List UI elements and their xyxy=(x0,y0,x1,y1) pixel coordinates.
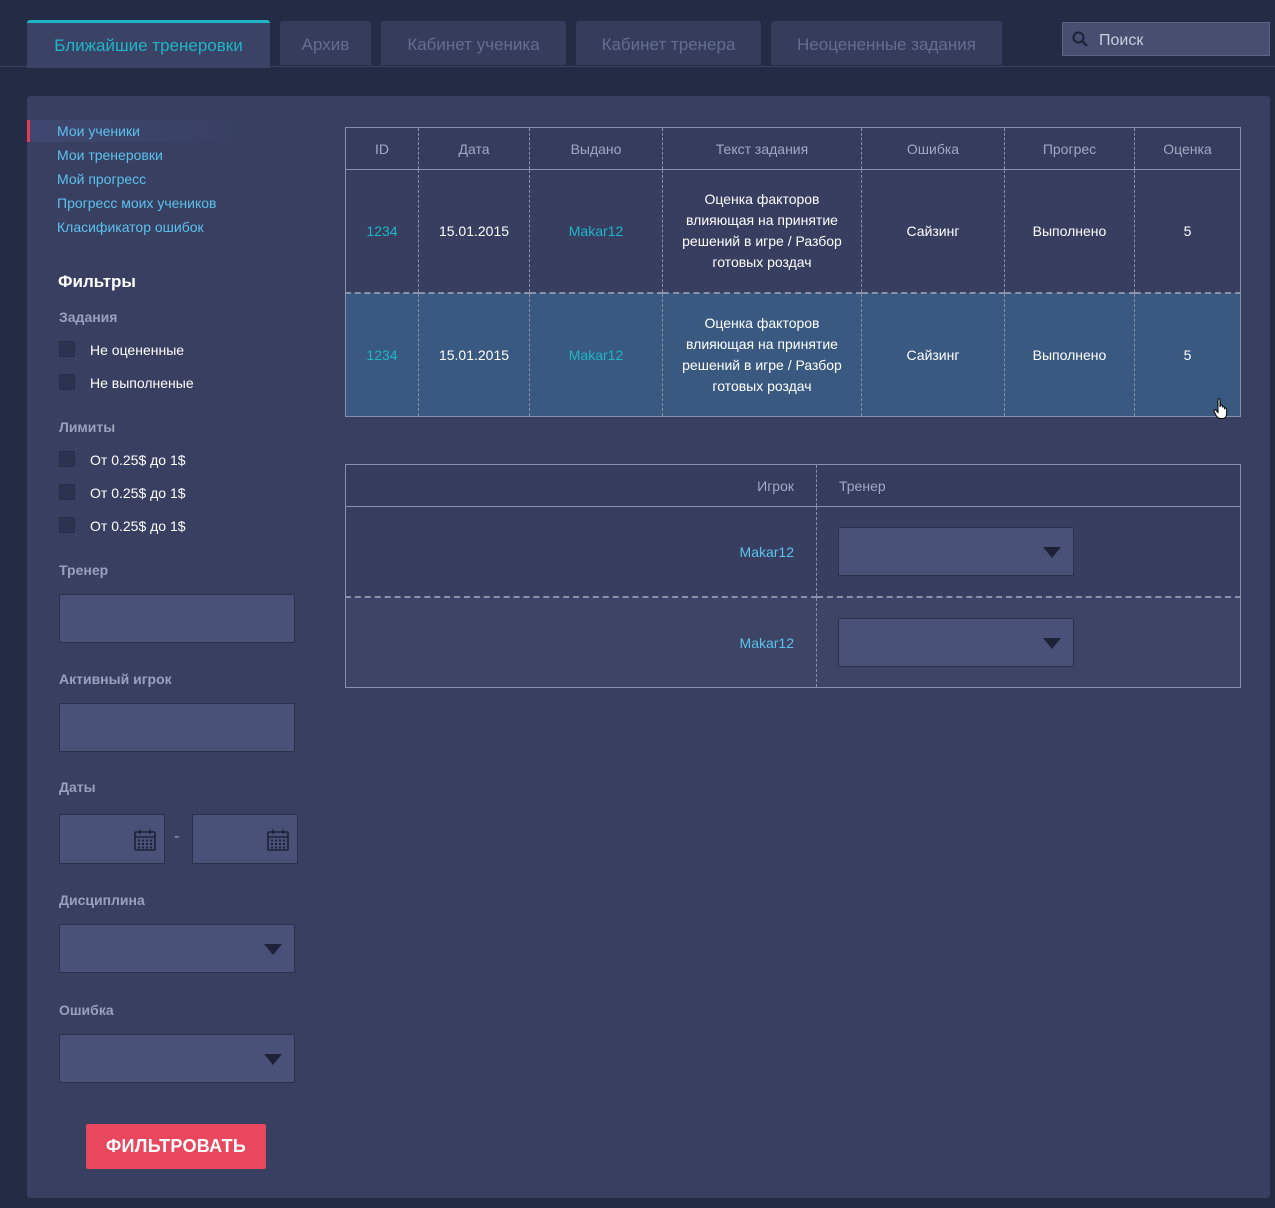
task-id-link[interactable]: 1234 xyxy=(345,169,419,294)
filter-button[interactable]: ФИЛЬТРОВАТЬ xyxy=(86,1124,266,1169)
checkbox-limit-1-label: От 0.25$ до 1$ xyxy=(90,452,186,468)
task-text: Оценка факторов влияющая на принятие реш… xyxy=(662,169,862,294)
calendar-icon[interactable] xyxy=(134,829,156,851)
coach-select[interactable] xyxy=(838,618,1074,667)
table-row: Makar12 xyxy=(345,506,1241,598)
dates-filter-label: Даты xyxy=(59,779,96,795)
checkbox-limit-3[interactable] xyxy=(59,517,75,533)
task-progress: Выполнено xyxy=(1004,169,1135,294)
date-from-input[interactable] xyxy=(59,814,165,864)
task-error: Сайзинг xyxy=(861,293,1005,417)
checkbox-not-completed-label: Не выполненые xyxy=(90,375,194,391)
task-error: Сайзинг xyxy=(861,169,1005,294)
column-header-coach[interactable]: Тренер xyxy=(816,464,1241,507)
task-issued-link[interactable]: Makar12 xyxy=(529,169,663,294)
dropdown-arrow-icon xyxy=(1043,547,1061,558)
checkbox-not-completed[interactable] xyxy=(59,374,75,390)
table-row: Makar12 xyxy=(345,597,1241,688)
search-icon xyxy=(1072,31,1088,47)
table-row[interactable]: 1234 15.01.2015 Makar12 Оценка факторов … xyxy=(345,293,1241,417)
tab-coach-cabinet[interactable]: Кабинет тренера xyxy=(576,21,761,65)
players-table: Игрок Тренер Makar12 Makar12 xyxy=(345,464,1241,688)
column-header-score[interactable]: Оценка xyxy=(1134,127,1241,170)
column-header-task-text[interactable]: Текст задания xyxy=(662,127,862,170)
table-header: ID Дата Выдано Текст задания Ошибка Прог… xyxy=(345,127,1241,170)
table-row[interactable]: 1234 15.01.2015 Makar12 Оценка факторов … xyxy=(345,169,1241,294)
task-progress: Выполнено xyxy=(1004,293,1135,417)
tab-unrated-tasks[interactable]: Неоцененные задания xyxy=(771,21,1002,65)
active-player-input[interactable] xyxy=(59,703,295,752)
sidebar-item-my-progress[interactable]: Мой прогресс xyxy=(57,171,146,187)
coach-filter-label: Тренер xyxy=(59,562,109,578)
player-link[interactable]: Makar12 xyxy=(345,597,817,688)
hand-cursor-icon xyxy=(1213,398,1228,419)
column-header-progress[interactable]: Прогрес xyxy=(1004,127,1135,170)
column-header-player[interactable]: Игрок xyxy=(345,464,817,507)
limits-filter-label: Лимиты xyxy=(59,419,116,435)
dropdown-arrow-icon xyxy=(1043,638,1061,649)
search-input[interactable]: Поиск xyxy=(1062,22,1270,56)
active-item-marker xyxy=(27,120,30,142)
sidebar-item-students-progress[interactable]: Прогресс моих учеников xyxy=(57,195,216,211)
coach-select[interactable] xyxy=(838,527,1074,576)
tab-student-cabinet[interactable]: Кабинет ученика xyxy=(381,21,566,65)
dropdown-arrow-icon xyxy=(264,944,282,955)
task-issued-link[interactable]: Makar12 xyxy=(529,293,663,417)
tasks-table: ID Дата Выдано Текст задания Ошибка Прог… xyxy=(345,127,1241,417)
checkbox-unrated[interactable] xyxy=(59,341,75,357)
tasks-filter-label: Задания xyxy=(59,309,118,325)
player-link[interactable]: Makar12 xyxy=(345,506,817,598)
sidebar-item-my-students[interactable]: Мои ученики xyxy=(57,123,140,139)
active-player-filter-label: Активный игрок xyxy=(59,671,172,687)
checkbox-unrated-label: Не оцененные xyxy=(90,342,185,358)
tab-archive[interactable]: Архив xyxy=(280,21,371,65)
coach-input[interactable] xyxy=(59,594,295,643)
tab-upcoming-trainings[interactable]: Ближайшие тренеровки xyxy=(27,20,270,68)
column-header-issued[interactable]: Выдано xyxy=(529,127,663,170)
task-date: 15.01.2015 xyxy=(418,293,530,417)
task-date: 15.01.2015 xyxy=(418,169,530,294)
main-panel: Мои ученики Мои тренеровки Мой прогресс … xyxy=(27,96,1270,1198)
task-id-link[interactable]: 1234 xyxy=(345,293,419,417)
error-select[interactable] xyxy=(59,1034,295,1083)
column-header-id[interactable]: ID xyxy=(345,127,419,170)
search-placeholder: Поиск xyxy=(1099,32,1144,49)
top-navigation: Ближайшие тренеровки Архив Кабинет учени… xyxy=(0,0,1275,68)
task-score: 5 xyxy=(1134,169,1241,294)
discipline-select[interactable] xyxy=(59,924,295,973)
sidebar-item-my-trainings[interactable]: Мои тренеровки xyxy=(57,147,163,163)
calendar-icon[interactable] xyxy=(267,829,289,851)
checkbox-limit-2-label: От 0.25$ до 1$ xyxy=(90,485,186,501)
sidebar-item-error-classifier[interactable]: Класификатор ошибок xyxy=(57,219,204,235)
checkbox-limit-3-label: От 0.25$ до 1$ xyxy=(90,518,186,534)
column-header-date[interactable]: Дата xyxy=(418,127,530,170)
date-to-input[interactable] xyxy=(192,814,298,864)
error-filter-label: Ошибка xyxy=(59,1002,114,1018)
table-header: Игрок Тренер xyxy=(345,464,1241,507)
task-text: Оценка факторов влияющая на принятие реш… xyxy=(662,293,862,417)
dropdown-arrow-icon xyxy=(264,1054,282,1065)
checkbox-limit-1[interactable] xyxy=(59,451,75,467)
column-header-error[interactable]: Ошибка xyxy=(861,127,1005,170)
filters-title: Фильтры xyxy=(58,272,136,291)
checkbox-limit-2[interactable] xyxy=(59,484,75,500)
discipline-filter-label: Дисциплина xyxy=(59,892,145,908)
date-range-separator: - xyxy=(174,828,180,845)
